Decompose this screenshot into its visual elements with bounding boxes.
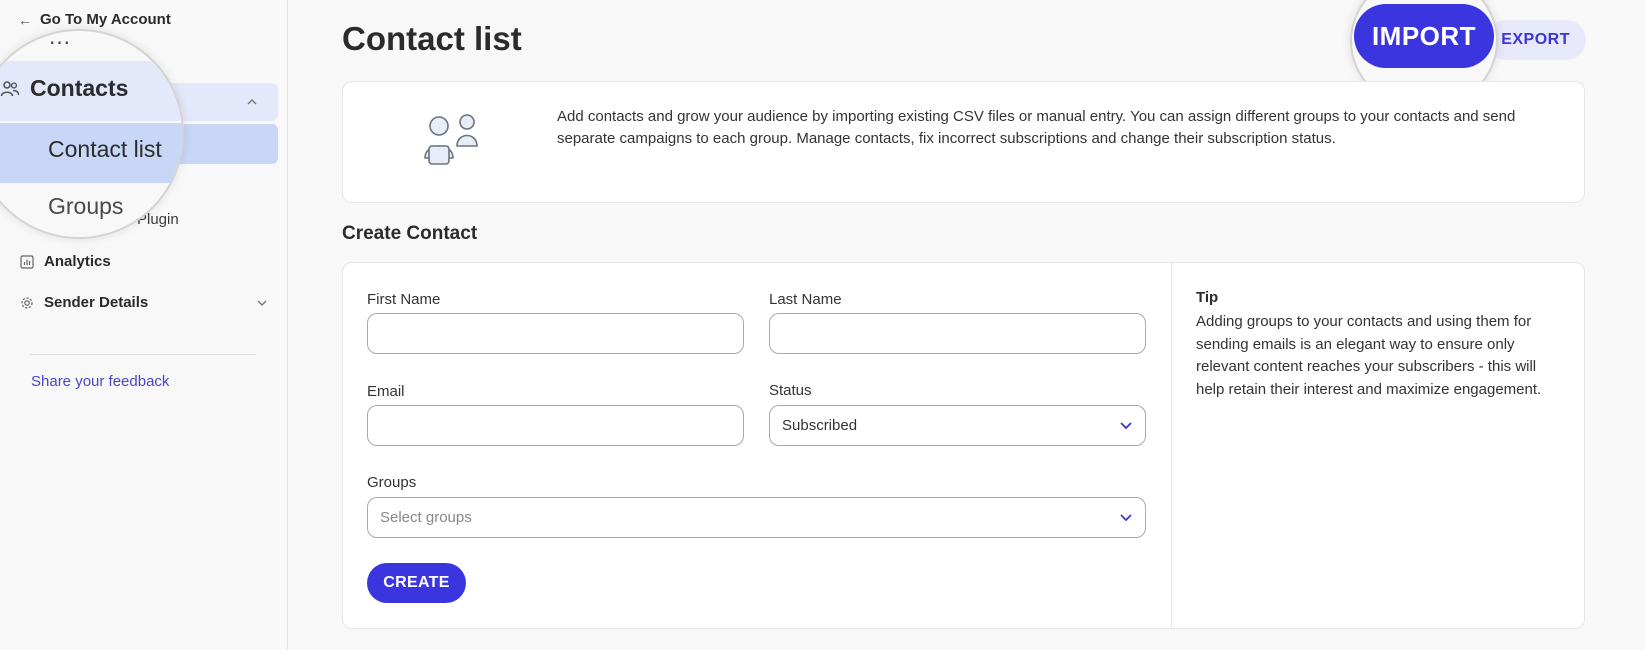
form-divider: [1171, 263, 1172, 628]
last-name-label: Last Name: [769, 291, 842, 308]
sidebar-item-contact-list-label[interactable]: Contact list: [48, 136, 162, 163]
chevron-down-icon: [1120, 514, 1132, 522]
first-name-label: First Name: [367, 291, 441, 308]
last-name-field[interactable]: [769, 313, 1146, 354]
gear-icon: [21, 296, 33, 309]
tip-body: Adding groups to your contacts and using…: [1196, 313, 1542, 398]
go-to-my-account-label: Go To My Account: [40, 11, 171, 28]
chevron-up-icon: [247, 99, 257, 105]
import-button[interactable]: IMPORT: [1354, 4, 1494, 68]
groups-label: Groups: [367, 474, 417, 491]
info-description: Add contacts and grow your audience by i…: [557, 108, 1516, 147]
page-title: Contact list: [342, 20, 522, 57]
first-name-field[interactable]: [367, 313, 744, 354]
contacts-icon: [0, 81, 20, 97]
share-feedback-link[interactable]: Share your feedback: [31, 373, 169, 390]
groups-placeholder: Select groups: [380, 509, 472, 526]
zoom-lens-partial-text: …: [48, 29, 71, 49]
tip-title: Tip: [1196, 289, 1219, 306]
zoom-lens-sidebar: … Contacts Contact list Groups: [0, 29, 184, 239]
groups-select[interactable]: Select groups: [367, 497, 1146, 538]
sidebar-item-analytics[interactable]: Analytics: [20, 253, 111, 270]
chevron-down-icon: [1120, 422, 1132, 430]
sidebar-divider: [30, 354, 256, 355]
status-select[interactable]: Subscribed: [769, 405, 1146, 446]
create-contact-title: Create Contact: [342, 223, 478, 244]
email-field[interactable]: [367, 405, 744, 446]
analytics-icon: [20, 254, 34, 269]
chevron-down-icon: [257, 300, 267, 306]
arrow-left-icon: ←: [18, 11, 32, 28]
sidebar: ← Go To My Account Plugin Analytics Send…: [0, 0, 288, 650]
sidebar-item-groups-label[interactable]: Groups: [48, 193, 123, 220]
export-button[interactable]: EXPORT: [1486, 20, 1586, 60]
sidebar-item-analytics-label: Analytics: [44, 253, 111, 270]
go-to-my-account-link[interactable]: ← Go To My Account: [18, 11, 171, 28]
create-contact-card: First Name Last Name Email Status Subscr…: [342, 262, 1585, 629]
sidebar-item-sender-details[interactable]: Sender Details: [20, 294, 268, 311]
sidebar-item-contacts-label[interactable]: Contacts: [30, 75, 128, 102]
email-label: Email: [367, 383, 405, 400]
info-card: Add contacts and grow your audience by i…: [342, 81, 1585, 203]
status-label: Status: [769, 382, 812, 399]
status-selected-value: Subscribed: [782, 417, 858, 434]
contacts-illustration-icon: [424, 114, 478, 165]
sidebar-item-sender-details-label: Sender Details: [44, 294, 149, 311]
create-button[interactable]: CREATE: [367, 563, 466, 603]
